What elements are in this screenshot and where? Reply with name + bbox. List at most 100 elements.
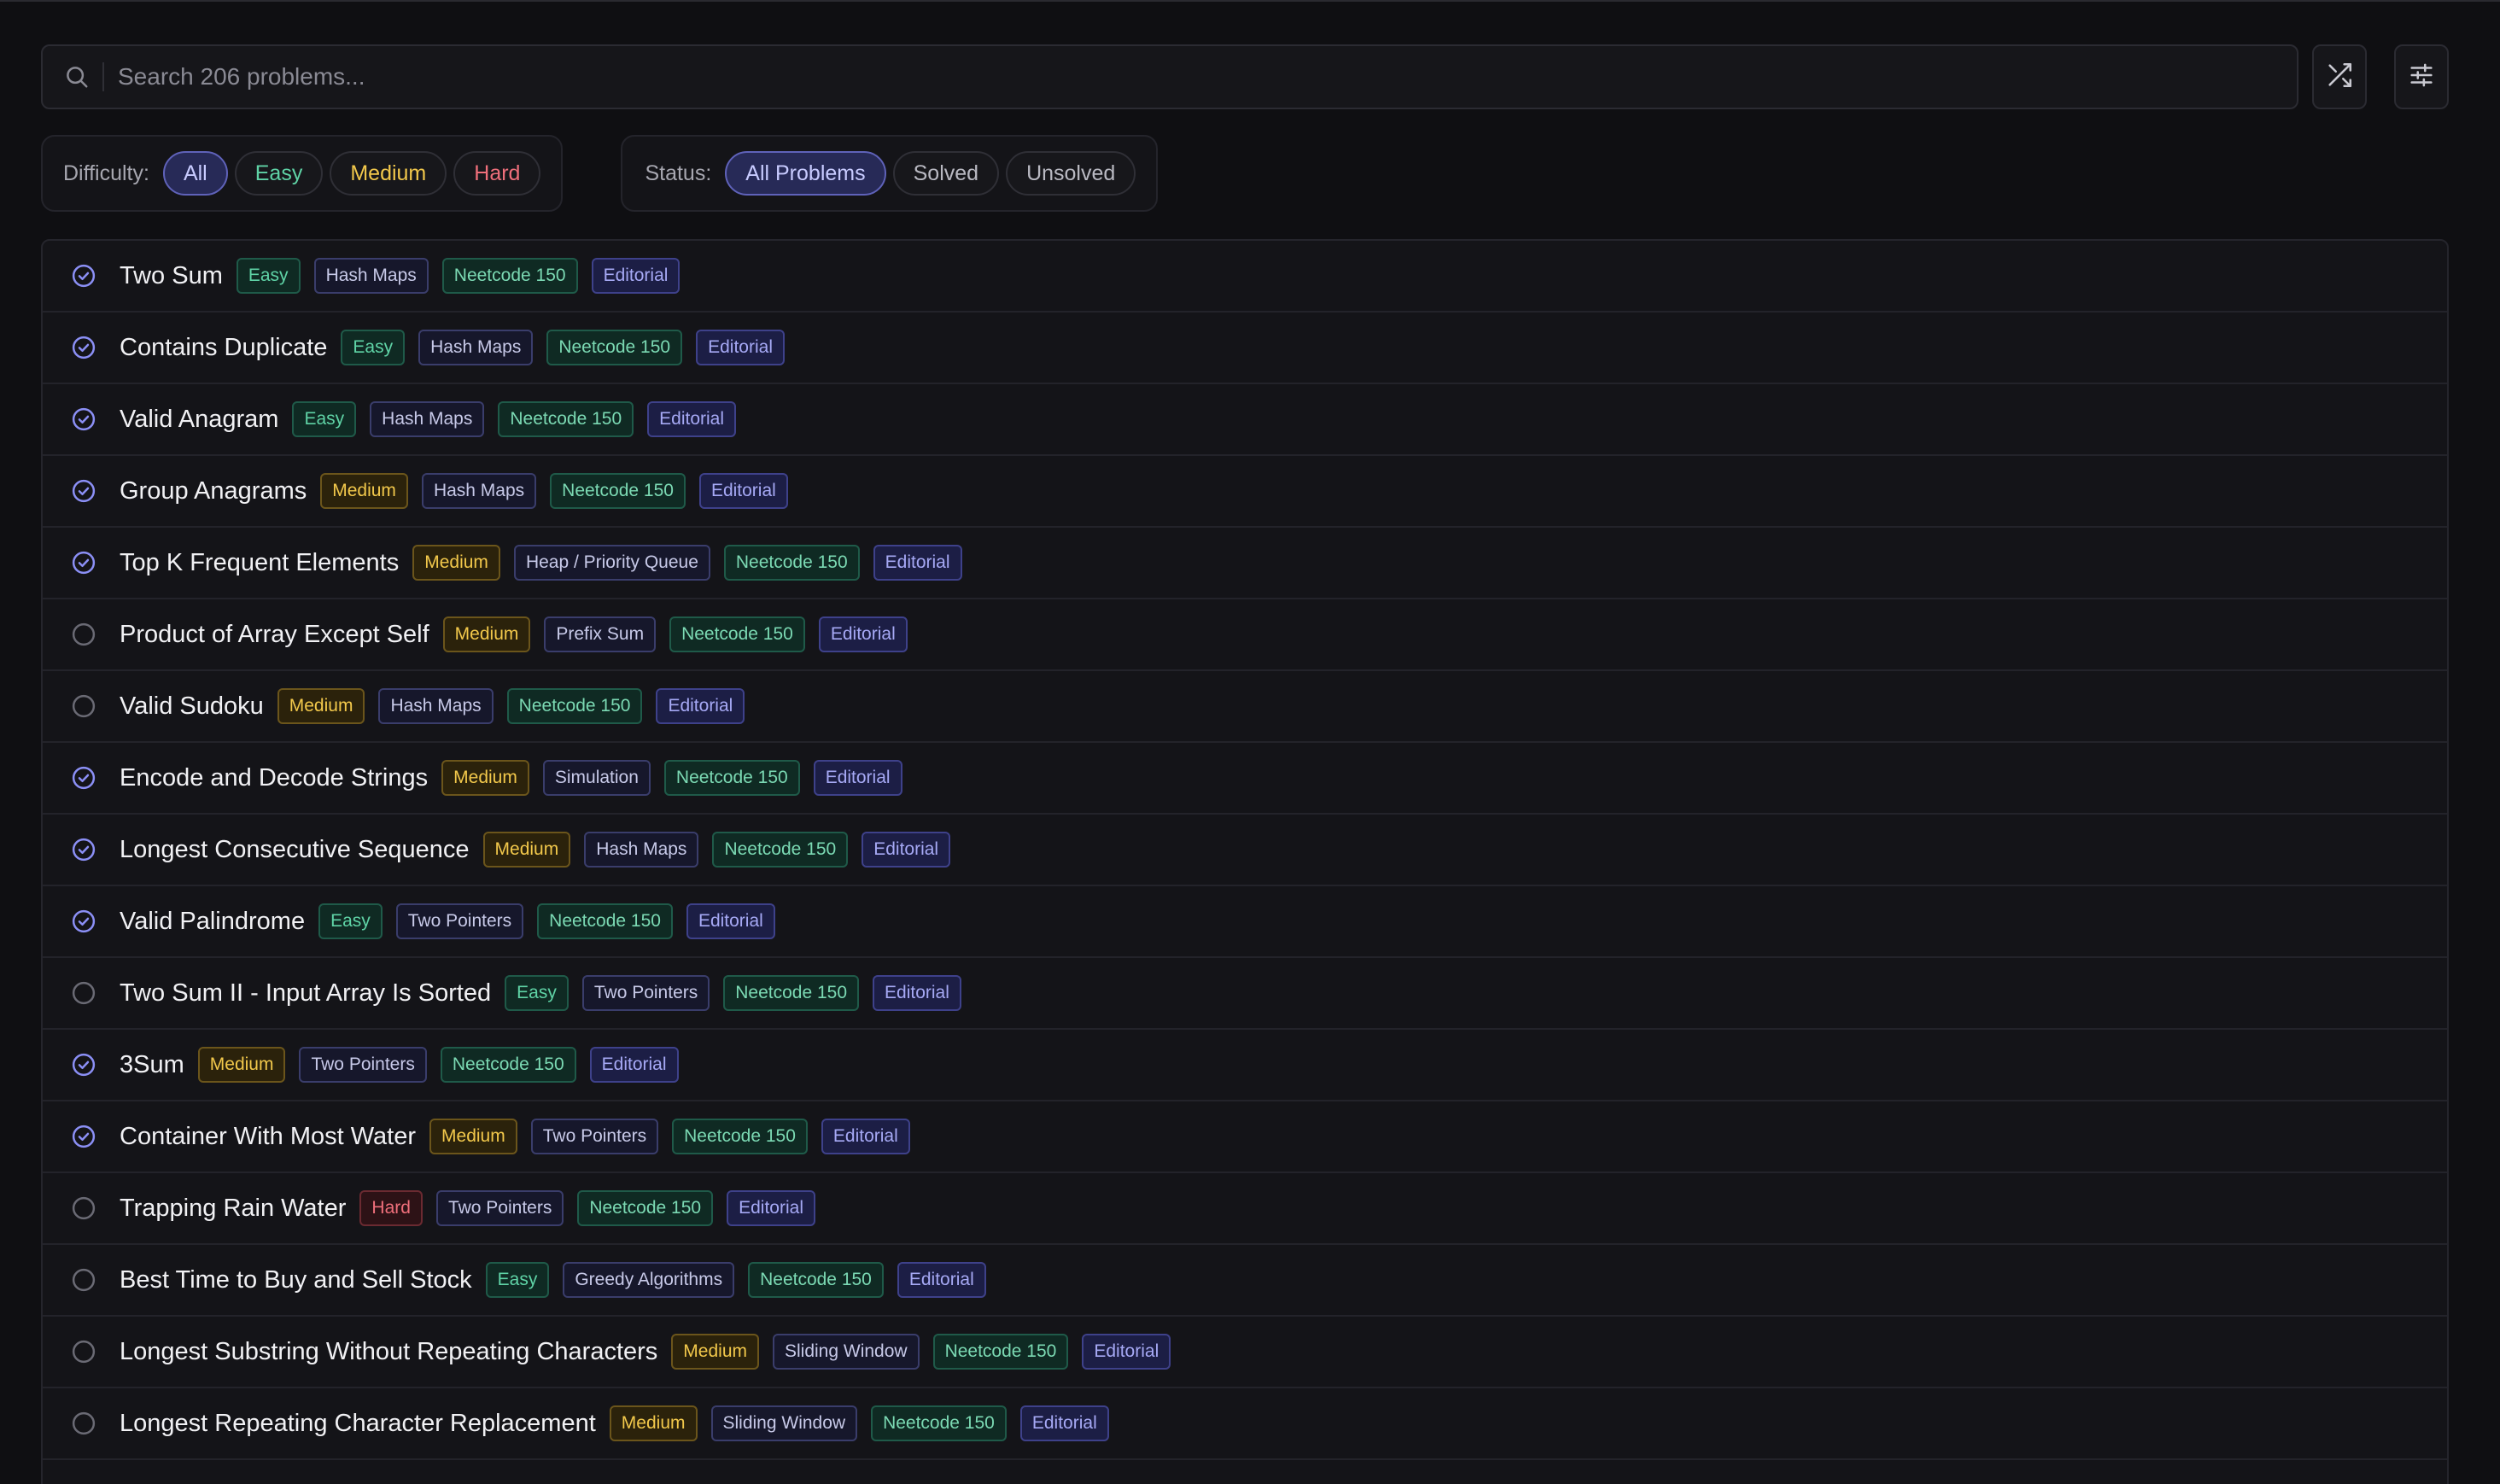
- check-circle-icon[interactable]: [70, 334, 97, 361]
- editorial-link[interactable]: Editorial: [1019, 1405, 1109, 1441]
- list-tag[interactable]: Neetcode 150: [669, 616, 805, 652]
- problem-title[interactable]: 3Sum: [120, 1051, 184, 1079]
- problem-title[interactable]: Two Sum: [120, 262, 223, 290]
- settings-button[interactable]: [2394, 44, 2449, 109]
- problem-row[interactable]: Valid Palindrome Easy Two Pointers Neetcode…: [43, 886, 2447, 958]
- check-circle-icon[interactable]: [70, 262, 97, 289]
- check-circle-icon[interactable]: [70, 477, 97, 505]
- problem-row[interactable]: Valid Anagram Easy Hash Maps Neetcode 150 Ed…: [43, 384, 2447, 456]
- difficulty-medium-pill[interactable]: Medium: [330, 151, 447, 196]
- check-circle-icon[interactable]: [70, 836, 97, 863]
- status-all-pill[interactable]: All Problems: [725, 151, 886, 196]
- topic-tag[interactable]: Sliding Window: [710, 1405, 858, 1441]
- topic-tag[interactable]: Hash Maps: [418, 330, 534, 365]
- topic-tag[interactable]: Prefix Sum: [544, 616, 657, 652]
- status-unsolved-pill[interactable]: Unsolved: [1006, 151, 1136, 196]
- problem-title[interactable]: Valid Anagram: [120, 406, 278, 434]
- empty-circle-icon[interactable]: [70, 1195, 97, 1222]
- problem-title[interactable]: Best Time to Buy and Sell Stock: [120, 1266, 472, 1294]
- problem-title[interactable]: Two Sum II - Input Array Is Sorted: [120, 979, 491, 1008]
- problem-title[interactable]: Contains Duplicate: [120, 334, 327, 362]
- list-tag[interactable]: Neetcode 150: [748, 1262, 884, 1298]
- search-input[interactable]: [118, 51, 2297, 102]
- problem-row[interactable]: Valid Sudoku Medium Hash Maps Neetcode 150 E…: [43, 671, 2447, 743]
- list-tag[interactable]: Neetcode 150: [506, 688, 643, 724]
- editorial-link[interactable]: Editorial: [873, 545, 962, 581]
- problem-title[interactable]: Trapping Rain Water: [120, 1195, 346, 1223]
- empty-circle-icon[interactable]: [70, 692, 97, 720]
- problem-row[interactable]: Top K Frequent Elements Medium Heap / Prio…: [43, 528, 2447, 599]
- topic-tag[interactable]: Sliding Window: [773, 1334, 920, 1370]
- problem-title[interactable]: Longest Consecutive Sequence: [120, 836, 470, 864]
- empty-circle-icon[interactable]: [70, 621, 97, 648]
- editorial-link[interactable]: Editorial: [813, 760, 902, 796]
- problem-title[interactable]: Longest Substring Without Repeating Char…: [120, 1338, 657, 1366]
- problem-title[interactable]: Longest Repeating Character Replacement: [120, 1410, 596, 1438]
- problem-title[interactable]: Valid Sudoku: [120, 692, 264, 721]
- list-tag[interactable]: Neetcode 150: [672, 1119, 808, 1154]
- editorial-link[interactable]: Editorial: [862, 832, 951, 868]
- problem-row[interactable]: Longest Consecutive Sequence Medium Hash M…: [43, 815, 2447, 886]
- check-circle-icon[interactable]: [70, 1123, 97, 1150]
- search-box[interactable]: [41, 44, 2298, 109]
- list-tag[interactable]: Neetcode 150: [932, 1334, 1069, 1370]
- topic-tag[interactable]: Hash Maps: [584, 832, 699, 868]
- editorial-link[interactable]: Editorial: [873, 975, 961, 1011]
- topic-tag[interactable]: Hash Maps: [421, 473, 537, 509]
- list-tag[interactable]: Neetcode 150: [546, 330, 683, 365]
- difficulty-all-pill[interactable]: All: [162, 151, 228, 196]
- problem-row[interactable]: Longest Substring Without Repeating Char…: [43, 1317, 2447, 1388]
- editorial-link[interactable]: Editorial: [591, 258, 680, 294]
- editorial-link[interactable]: Editorial: [696, 330, 785, 365]
- check-circle-icon[interactable]: [70, 764, 97, 792]
- topic-tag[interactable]: Two Pointers: [581, 975, 710, 1011]
- problem-row[interactable]: Best Time to Buy and Sell Stock Easy Greed…: [43, 1245, 2447, 1317]
- editorial-link[interactable]: Editorial: [656, 688, 745, 724]
- topic-tag[interactable]: Two Pointers: [395, 903, 524, 939]
- problem-title[interactable]: Container With Most Water: [120, 1123, 416, 1151]
- problem-row[interactable]: 3Sum Medium Two Pointers Neetcode 150 Editor…: [43, 1030, 2447, 1101]
- topic-tag[interactable]: Hash Maps: [378, 688, 494, 724]
- difficulty-easy-pill[interactable]: Easy: [234, 151, 324, 196]
- problem-row[interactable]: Group Anagrams Medium Hash Maps Neetcode 15…: [43, 456, 2447, 528]
- problem-title[interactable]: Encode and Decode Strings: [120, 764, 428, 792]
- check-circle-icon[interactable]: [70, 1051, 97, 1078]
- topic-tag[interactable]: Heap / Priority Queue: [513, 545, 710, 581]
- list-tag[interactable]: Neetcode 150: [723, 975, 860, 1011]
- empty-circle-icon[interactable]: [70, 1338, 97, 1365]
- empty-circle-icon[interactable]: [70, 1410, 97, 1437]
- check-circle-icon[interactable]: [70, 908, 97, 935]
- editorial-link[interactable]: Editorial: [686, 903, 775, 939]
- topic-tag[interactable]: Hash Maps: [370, 401, 485, 437]
- problem-row[interactable]: Product of Array Except Self Medium Prefix…: [43, 599, 2447, 671]
- topic-tag[interactable]: Two Pointers: [299, 1047, 427, 1083]
- shuffle-button[interactable]: [2312, 44, 2367, 109]
- problem-row[interactable]: Two Sum II - Input Array Is Sorted Easy Tw…: [43, 958, 2447, 1030]
- problem-title[interactable]: Top K Frequent Elements: [120, 549, 399, 577]
- editorial-link[interactable]: Editorial: [821, 1119, 910, 1154]
- problem-row[interactable]: Contains Duplicate Easy Hash Maps Neetcode …: [43, 313, 2447, 384]
- check-circle-icon[interactable]: [70, 549, 97, 576]
- problem-row[interactable]: Two Sum Easy Hash Maps Neetcode 150 Editoria…: [43, 241, 2447, 313]
- empty-circle-icon[interactable]: [70, 1266, 97, 1294]
- list-tag[interactable]: Neetcode 150: [663, 760, 800, 796]
- editorial-link[interactable]: Editorial: [1082, 1334, 1171, 1370]
- topic-tag[interactable]: Two Pointers: [530, 1119, 659, 1154]
- empty-circle-icon[interactable]: [70, 979, 97, 1007]
- editorial-link[interactable]: Editorial: [818, 616, 908, 652]
- list-tag[interactable]: Neetcode 150: [871, 1405, 1007, 1441]
- problem-title[interactable]: Group Anagrams: [120, 477, 307, 505]
- list-tag[interactable]: Neetcode 150: [550, 473, 686, 509]
- problem-row[interactable]: Trapping Rain Water Hard Two Pointers Neetc…: [43, 1173, 2447, 1245]
- editorial-link[interactable]: Editorial: [698, 473, 788, 509]
- problem-row[interactable]: Encode and Decode Strings Medium Simulatio…: [43, 743, 2447, 815]
- editorial-link[interactable]: Editorial: [589, 1047, 679, 1083]
- editorial-link[interactable]: Editorial: [647, 401, 737, 437]
- list-tag[interactable]: Neetcode 150: [577, 1190, 714, 1226]
- check-circle-icon[interactable]: [70, 406, 97, 433]
- list-tag[interactable]: Neetcode 150: [537, 903, 673, 939]
- problem-row[interactable]: Container With Most Water Medium Two Point…: [43, 1101, 2447, 1173]
- editorial-link[interactable]: Editorial: [897, 1262, 986, 1298]
- list-tag[interactable]: Neetcode 150: [440, 1047, 576, 1083]
- topic-tag[interactable]: Greedy Algorithms: [563, 1262, 735, 1298]
